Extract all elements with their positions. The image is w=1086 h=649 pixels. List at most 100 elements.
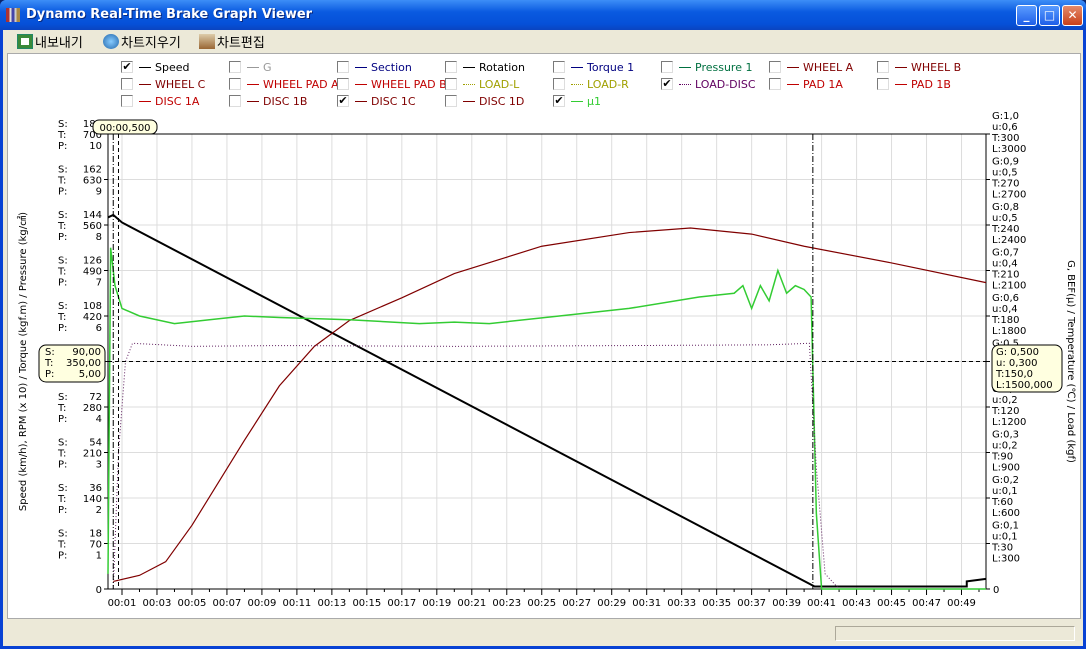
edit-chart-label: 차트편집 <box>217 36 265 51</box>
right-tick-label: u:0,5 <box>992 168 1018 179</box>
right-tick-label: T:30 <box>991 543 1013 554</box>
left-tick-label: 4 <box>96 414 102 425</box>
left-tick-key: T: <box>57 449 66 460</box>
clear-chart-button[interactable]: 차트지우기 <box>103 32 181 51</box>
left-tick-key: T: <box>57 540 66 551</box>
x-tick-label: 00:41 <box>807 598 836 609</box>
app-icon <box>6 8 20 22</box>
right-tick-label: L:1200 <box>992 417 1026 428</box>
left-tick-label: 0 <box>96 585 102 596</box>
x-tick-label: 00:35 <box>702 598 731 609</box>
x-tick-label: 00:17 <box>387 598 416 609</box>
left-tick-label: 6 <box>96 323 102 334</box>
x-tick-label: 00:31 <box>632 598 661 609</box>
left-tick-label: 1 <box>96 551 102 562</box>
left-tick-label: 18 <box>89 529 102 540</box>
left-tick-label: 144 <box>83 210 102 221</box>
left-tick-key: S: <box>58 301 68 312</box>
right-tick-label: L:2700 <box>992 190 1026 201</box>
left-tick-label: 2 <box>96 505 102 516</box>
left-tick-key: P: <box>58 232 67 243</box>
left-tick-label: 36 <box>89 483 102 494</box>
left-tick-key: S: <box>58 165 68 176</box>
left-tick-label: 70 <box>89 540 102 551</box>
x-tick-label: 00:49 <box>947 598 976 609</box>
x-tick-label: 00:25 <box>527 598 556 609</box>
left-tick-label: 7 <box>96 278 102 289</box>
title-bar: Dynamo Real-Time Brake Graph Viewer _ □ … <box>0 0 1086 30</box>
export-label: 내보내기 <box>35 36 83 51</box>
left-tick-label: 3 <box>96 460 102 471</box>
right-tick-label: T:60 <box>991 497 1013 508</box>
x-tick-label: 00:15 <box>352 598 381 609</box>
x-tick-label: 00:43 <box>842 598 871 609</box>
maximize-button[interactable]: □ <box>1039 5 1060 26</box>
export-button[interactable]: 내보내기 <box>17 32 83 51</box>
toolbar: 내보내기 차트지우기 차트편집 <box>3 30 1083 52</box>
right-tick-label: L:1800 <box>992 326 1026 337</box>
right-tick-label: u:0,1 <box>992 486 1018 497</box>
status-bar <box>3 622 1083 644</box>
left-tick-key: P: <box>58 187 67 198</box>
x-tick-label: 00:39 <box>772 598 801 609</box>
left-tick-label: 54 <box>89 438 102 449</box>
right-tick-label: u:0,6 <box>992 122 1018 133</box>
edit-chart-button[interactable]: 차트편집 <box>199 32 265 51</box>
left-tick-key: T: <box>57 221 66 232</box>
x-tick-label: 00:33 <box>667 598 696 609</box>
right-tick-label: G:0,2 <box>992 475 1019 486</box>
cursor-left-value: 5,00 <box>79 369 101 380</box>
left-tick-key: S: <box>58 119 68 130</box>
chart-panel: ✔ Speed G Section Rotation Torque 1 Pressure 1… <box>7 53 1081 619</box>
left-tick-label: 10 <box>89 141 102 152</box>
cursor-left-key: S: <box>45 347 55 358</box>
left-tick-key: P: <box>58 551 67 562</box>
chart-edit-icon <box>199 34 215 49</box>
left-tick-key: P: <box>58 505 67 516</box>
minimize-button[interactable]: _ <box>1016 5 1037 26</box>
refresh-icon <box>103 34 119 49</box>
left-tick-key: P: <box>58 414 67 425</box>
left-axis-title: Speed (km/h), RPM (x 10) / Torque (kgf.m… <box>17 212 29 511</box>
x-tick-label: 00:47 <box>912 598 941 609</box>
x-tick-label: 00:05 <box>178 598 207 609</box>
x-tick-label: 00:01 <box>108 598 137 609</box>
right-tick-label: u:0,2 <box>992 441 1018 452</box>
right-tick-label: L:900 <box>992 463 1020 474</box>
x-tick-label: 00:21 <box>457 598 486 609</box>
left-tick-key: T: <box>57 130 66 141</box>
right-tick-label: u:0,5 <box>992 213 1018 224</box>
left-tick-label: 630 <box>83 176 102 187</box>
cursor-left-key: T: <box>44 358 53 369</box>
right-tick-label: T:240 <box>991 224 1019 235</box>
left-tick-label: 420 <box>83 312 102 323</box>
right-tick-label: G:1,0 <box>992 111 1019 122</box>
x-tick-label: 00:07 <box>213 598 242 609</box>
left-tick-label: 210 <box>83 449 102 460</box>
series-line-μ1 <box>107 247 986 590</box>
right-tick-label: u:0,4 <box>992 304 1018 315</box>
cursor-left-value: 90,00 <box>72 347 101 358</box>
left-tick-key: S: <box>58 392 68 403</box>
series-line-disc-1c <box>113 227 987 583</box>
x-tick-label: 00:13 <box>317 598 346 609</box>
right-tick-label: u:0,2 <box>992 395 1018 406</box>
cursor-right-value: L:1500,000 <box>996 380 1053 391</box>
clear-chart-label: 차트지우기 <box>121 36 181 51</box>
right-tick-label: G:0,9 <box>992 157 1019 168</box>
right-tick-label: G:0,3 <box>992 430 1019 441</box>
right-tick-label: T:270 <box>991 179 1019 190</box>
left-tick-label: 9 <box>96 187 102 198</box>
left-tick-key: T: <box>57 176 66 187</box>
brake-graph[interactable]: 0 0S: 18T: 70P: 1G:0,1u:0,1T:30L:300S: 36T: 14… <box>8 54 1082 620</box>
right-tick-label: T:210 <box>991 270 1019 281</box>
close-button[interactable]: ✕ <box>1062 5 1083 26</box>
series-line-load-disc <box>112 342 840 590</box>
right-tick-label: L:2400 <box>992 235 1026 246</box>
right-tick-label: L:600 <box>992 508 1020 519</box>
left-tick-key: S: <box>58 210 68 221</box>
x-tick-label: 00:29 <box>597 598 626 609</box>
right-tick-label: 0 <box>993 585 999 596</box>
x-tick-label: 00:03 <box>143 598 172 609</box>
left-tick-key: T: <box>57 403 66 414</box>
